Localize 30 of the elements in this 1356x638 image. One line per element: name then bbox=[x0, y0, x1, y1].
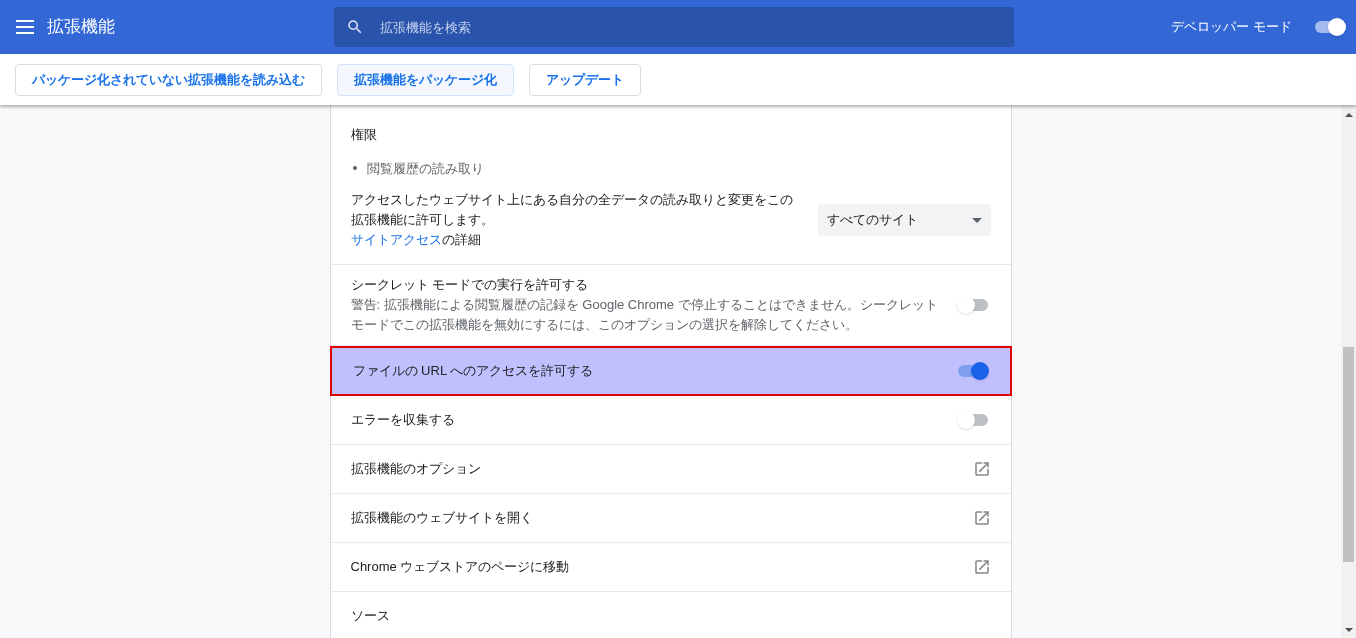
scrollbar[interactable] bbox=[1341, 105, 1356, 638]
toolbar-button[interactable]: 拡張機能をパッケージ化 bbox=[337, 63, 514, 96]
row-label: ソース bbox=[350, 607, 391, 625]
open-in-new-icon[interactable] bbox=[972, 460, 991, 478]
row-label: ファイルの URL へのアクセスを許可する bbox=[352, 362, 595, 380]
bullet-icon bbox=[352, 166, 357, 171]
row-label: Chrome ウェブストアのページに移動 bbox=[350, 558, 571, 576]
toolbar-button[interactable]: アップデート bbox=[529, 63, 641, 96]
site-access-details: サイトアクセスの詳細 bbox=[350, 231, 482, 249]
row-label: 拡張機能のウェブサイトを開く bbox=[350, 509, 534, 527]
row-label: シークレット モードでの実行を許可する bbox=[350, 276, 590, 294]
open-in-new-icon[interactable] bbox=[972, 558, 991, 576]
search-field[interactable]: 拡張機能を検索 bbox=[334, 7, 1014, 47]
site-access-description: アクセスしたウェブサイト上にある自分の全データの読み取りと変更をこの拡張機能に許可します。 bbox=[350, 191, 794, 229]
row-label: エラーを収集する bbox=[350, 411, 456, 429]
scroll-down-icon[interactable] bbox=[1344, 628, 1353, 632]
developer-mode-label: デベロッパー モード bbox=[1171, 18, 1292, 37]
row-label: 拡張機能のオプション bbox=[350, 460, 482, 478]
open-in-new-icon[interactable] bbox=[972, 509, 991, 527]
dropdown-caret-icon bbox=[971, 217, 982, 223]
section-title: 権限 bbox=[350, 126, 378, 144]
site-access-dropdown[interactable]: すべてのサイト bbox=[817, 204, 991, 236]
row-description: 警告: 拡張機能による閲覧履歴の記録を Google Chrome で停止することはできません。シークレットモードでこの拡張機能を無効にするには、このオプションの選択を解除してください。 bbox=[350, 296, 939, 334]
menu-icon[interactable] bbox=[16, 20, 34, 34]
scroll-up-icon[interactable] bbox=[1344, 113, 1353, 117]
toolbar-button[interactable]: パッケージ化されていない拡張機能を読み込む bbox=[15, 63, 322, 96]
permission-item: 閲覧履歴の読み取り bbox=[366, 159, 484, 178]
scrollbar-thumb[interactable] bbox=[1343, 347, 1354, 562]
page-title: 拡張機能 bbox=[47, 16, 116, 39]
site-access-link[interactable]: サイトアクセス bbox=[350, 232, 442, 247]
